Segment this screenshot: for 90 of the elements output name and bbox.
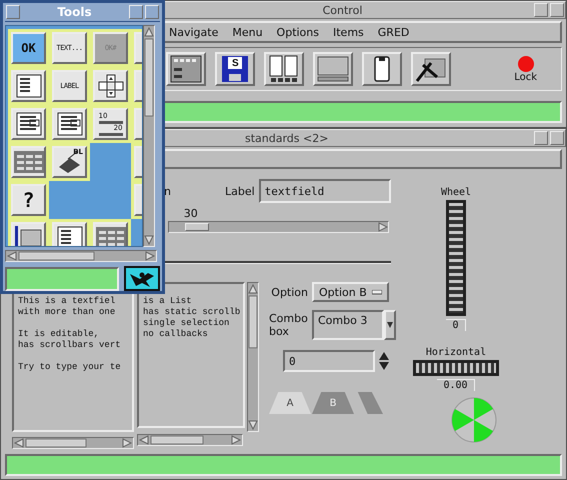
- spin-arrows-icon[interactable]: [378, 350, 390, 372]
- frame-icon: [14, 226, 42, 246]
- horizontal-thumbwheel[interactable]: [413, 360, 499, 376]
- menu-item[interactable]: Menu: [232, 26, 263, 38]
- toolbar-button[interactable]: S: [215, 52, 255, 86]
- list-icon: [56, 226, 82, 246]
- toolbar-button[interactable]: [362, 52, 402, 86]
- menu-item[interactable]: Options: [276, 26, 319, 38]
- form-icon: [56, 112, 82, 136]
- toolbar-button[interactable]: [166, 52, 206, 86]
- scale-bar-icon: [98, 120, 122, 124]
- text-line: It is editable,: [18, 329, 100, 340]
- tool-button[interactable]: [8, 67, 49, 105]
- help-symbol: ?: [22, 188, 35, 212]
- toolbar-button[interactable]: [264, 52, 304, 86]
- text-field[interactable]: textfield: [258, 179, 391, 203]
- option-indicator-icon: [372, 290, 382, 294]
- vertical-scrollbar[interactable]: [247, 282, 259, 432]
- maximize-button[interactable]: [550, 131, 564, 145]
- toolbar-button[interactable]: [313, 52, 353, 86]
- table-icon: [14, 150, 44, 174]
- horizontal-scrollbar[interactable]: [137, 434, 243, 446]
- caret-icon: [387, 322, 393, 328]
- columns-icon: [268, 55, 300, 83]
- text-line: Try to type your te: [18, 362, 122, 373]
- disk-letter: S: [232, 58, 239, 69]
- combo-field[interactable]: Combo 3: [312, 310, 384, 340]
- scale-thumb[interactable]: [184, 223, 209, 231]
- window-title: standards <2>: [245, 132, 328, 144]
- text-line: with more than one: [18, 307, 116, 318]
- table-icon: [96, 226, 126, 246]
- tool-button[interactable]: OK: [8, 29, 49, 67]
- right-arrow-icon[interactable]: [378, 222, 388, 232]
- wheel-label: Wheel: [440, 187, 472, 198]
- tool-button[interactable]: [49, 219, 90, 246]
- list-item[interactable]: no callbacks: [143, 329, 241, 340]
- option-label: Option: [271, 286, 308, 298]
- vertical-thumbwheel[interactable]: [446, 200, 466, 316]
- figure-button[interactable]: [124, 266, 160, 291]
- list-icon: [16, 74, 42, 98]
- list-box[interactable]: is a List has static scrollb single selection no callbacks: [137, 282, 245, 428]
- list-item[interactable]: has static scrollb: [143, 307, 241, 318]
- card-icon: [372, 55, 392, 83]
- command-field[interactable]: [5, 454, 562, 476]
- menu-item[interactable]: GRED: [378, 26, 410, 38]
- figure-icon: [128, 270, 156, 288]
- text-line: This is a textfiel: [18, 296, 116, 307]
- monitor-icon: [316, 55, 350, 83]
- wheel-label: Horizontal: [426, 347, 486, 358]
- lock-indicator[interactable]: [518, 56, 534, 72]
- wheel-value: 0.00: [437, 379, 475, 391]
- text-line: has scrollbars vert: [18, 340, 122, 351]
- horizontal-scrollbar[interactable]: [5, 250, 157, 262]
- horizontal-scrollbar[interactable]: [12, 437, 134, 449]
- field-label: Label: [224, 184, 255, 198]
- scale-track[interactable]: [168, 221, 389, 233]
- maximize-button[interactable]: [550, 3, 564, 17]
- menu-item[interactable]: Navigate: [169, 26, 218, 38]
- minimize-button[interactable]: [534, 3, 548, 17]
- window-menu-button[interactable]: [6, 5, 20, 19]
- arrows-icon: [98, 74, 124, 98]
- wheel-value: 0: [446, 319, 466, 331]
- tab[interactable]: A: [269, 392, 311, 414]
- window-title: Tools: [56, 5, 93, 19]
- tool-button[interactable]: ?: [8, 181, 49, 219]
- minimize-button[interactable]: [129, 5, 143, 19]
- option-menu[interactable]: Option B: [312, 282, 389, 302]
- tool-button[interactable]: [49, 105, 90, 143]
- window-title: Control: [322, 4, 364, 16]
- minimize-button[interactable]: [534, 131, 548, 145]
- maximize-button[interactable]: [145, 5, 159, 19]
- field-label: n: [164, 184, 171, 198]
- combo-arrow-button[interactable]: [384, 310, 396, 340]
- tool-button[interactable]: [8, 219, 49, 246]
- trefoil-icon: [451, 397, 497, 443]
- list-item[interactable]: is a List: [143, 296, 241, 307]
- vertical-scrollbar[interactable]: [143, 25, 155, 247]
- toolbar-button[interactable]: [411, 52, 451, 86]
- list-item[interactable]: single selection: [143, 318, 241, 329]
- panel-icon: [170, 55, 202, 83]
- combo-label: Combo box: [269, 312, 308, 338]
- spin-field[interactable]: 0: [283, 350, 375, 372]
- form-icon: [16, 112, 42, 136]
- scale-bar-icon: [98, 132, 122, 136]
- menu-item[interactable]: Items: [333, 26, 364, 38]
- lock-label: Lock: [514, 72, 537, 82]
- tool-label: OK: [21, 41, 36, 55]
- tool-button[interactable]: [90, 67, 131, 105]
- scale-value: 30: [184, 207, 198, 220]
- tool-button[interactable]: [8, 105, 49, 143]
